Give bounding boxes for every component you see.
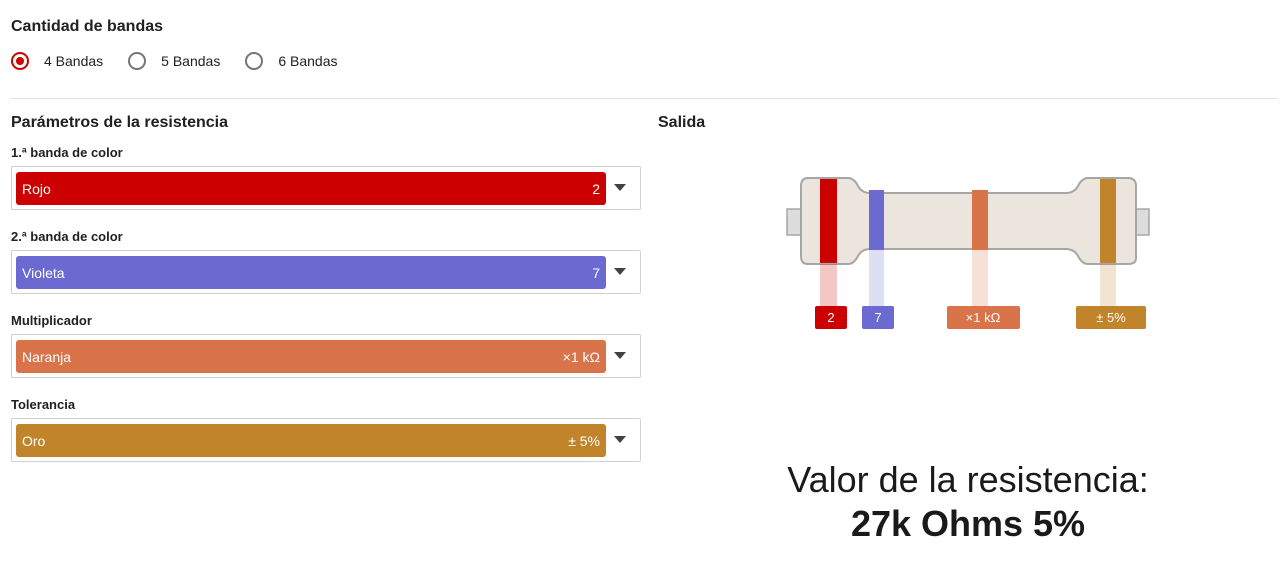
band-2-connector — [869, 250, 884, 306]
result-title: Valor de la resistencia: — [787, 459, 1149, 500]
resistance-result: Valor de la resistencia: 27k Ohms 5% — [700, 458, 1236, 546]
tolerance-tag-text: ± 5% — [1096, 310, 1126, 325]
resistor-lead-right — [1134, 208, 1150, 236]
chevron-down-icon[interactable] — [614, 268, 626, 275]
resistor-calculator: Cantidad de bandas 4 Bandas 5 Bandas 6 B… — [0, 0, 1280, 564]
radio-6-bands-label[interactable]: 6 Bandas — [278, 53, 337, 69]
tolerance-color-name: Oro — [22, 432, 46, 449]
radio-5-bands[interactable]: 5 Bandas — [128, 52, 220, 70]
tolerance-value: ± 5% — [568, 432, 600, 449]
multiplier-label: Multiplicador — [11, 313, 92, 328]
chevron-down-icon[interactable] — [614, 436, 626, 443]
multiplier-color-swatch[interactable]: Naranja ×1 kΩ — [16, 340, 606, 373]
band-count-title: Cantidad de bandas — [11, 18, 164, 35]
params-title: Parámetros de la resistencia — [11, 114, 229, 131]
tolerance-select[interactable]: Oro ± 5% — [11, 418, 641, 462]
multiplier-color-name: Naranja — [22, 348, 72, 365]
multiplier-select[interactable]: Naranja ×1 kΩ — [11, 334, 641, 378]
tolerance-label: Tolerancia — [11, 397, 76, 412]
band-1-tag-text: 2 — [827, 310, 834, 325]
radio-4-bands-indicator[interactable] — [11, 52, 29, 70]
band2-select[interactable]: Violeta 7 — [11, 250, 641, 294]
resistor-band-2 — [869, 190, 884, 250]
band2-label: 2.ª banda de color — [11, 229, 123, 244]
radio-5-bands-indicator[interactable] — [128, 52, 147, 70]
resistor-diagram: 2 7 ×1 kΩ ± 5% — [786, 176, 1152, 336]
chevron-down-icon[interactable] — [614, 352, 626, 359]
radio-5-bands-label[interactable]: 5 Bandas — [161, 53, 220, 69]
multiplier-connector — [972, 250, 988, 306]
resistor-band-multiplier — [972, 190, 988, 250]
resistor-band-1 — [820, 179, 837, 263]
radio-6-bands-indicator[interactable] — [245, 52, 264, 70]
band1-value: 2 — [592, 180, 600, 197]
resistor-band-tolerance — [1100, 179, 1116, 263]
radio-4-bands-label[interactable]: 4 Bandas — [44, 53, 103, 69]
band1-label: 1.ª banda de color — [11, 145, 123, 160]
multiplier-tag-text: ×1 kΩ — [966, 310, 1001, 325]
band1-color-name: Rojo — [22, 180, 51, 197]
output-title: Salida — [658, 114, 706, 131]
resistor-illustration: 2 7 ×1 kΩ ± 5% — [786, 177, 1150, 329]
band-2-tag-text: 7 — [874, 310, 881, 325]
band-1-connector — [820, 264, 837, 306]
result-value: 27k Ohms 5% — [850, 503, 1086, 544]
band1-color-swatch[interactable]: Rojo 2 — [16, 172, 606, 205]
band1-select[interactable]: Rojo 2 — [11, 166, 641, 210]
radio-4-bands[interactable]: 4 Bandas — [11, 52, 103, 70]
band2-value: 7 — [592, 264, 600, 281]
radio-6-bands[interactable]: 6 Bandas — [245, 52, 338, 70]
resistor-body — [800, 177, 1137, 265]
chevron-down-icon[interactable] — [614, 184, 626, 191]
band2-color-swatch[interactable]: Violeta 7 — [16, 256, 606, 289]
section-divider — [11, 98, 1277, 99]
resistor-lead-left — [786, 208, 802, 236]
multiplier-value: ×1 kΩ — [562, 348, 600, 365]
tolerance-connector — [1100, 264, 1116, 306]
band2-color-name: Violeta — [22, 264, 65, 281]
band-count-radio-group: 4 Bandas 5 Bandas 6 Bandas — [11, 52, 363, 70]
tolerance-color-swatch[interactable]: Oro ± 5% — [16, 424, 606, 457]
